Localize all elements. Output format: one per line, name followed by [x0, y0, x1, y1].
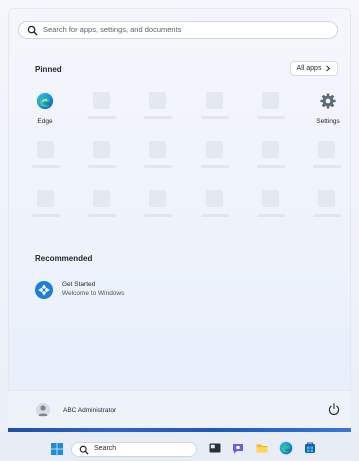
placeholder-tile: [37, 190, 54, 207]
placeholder-tile: [262, 190, 279, 207]
all-apps-button[interactable]: All apps: [290, 61, 338, 76]
placeholder-label: [257, 116, 285, 119]
windows-start-icon[interactable]: [50, 442, 64, 456]
all-apps-label: All apps: [296, 65, 322, 72]
placeholder-tile: [206, 92, 223, 109]
placeholder-label: [201, 116, 229, 119]
placeholder-tile: [149, 92, 166, 109]
placeholder-tile: [149, 190, 166, 207]
pinned-app-settings[interactable]: Settings: [308, 92, 348, 125]
placeholder-tile: [206, 190, 223, 207]
placeholder-tile: [93, 92, 110, 109]
edge-icon: [36, 92, 54, 110]
placeholder-label: [144, 165, 172, 168]
pinned-app-label: Edge: [37, 118, 53, 125]
placeholder-tile: [93, 190, 110, 207]
start-menu-footer: ABC Administrator: [8, 390, 351, 428]
placeholder-label: [88, 214, 116, 217]
placeholder-tile: [149, 141, 166, 158]
store-icon[interactable]: [303, 441, 317, 455]
desktop: Search for apps, settings, and documents…: [0, 0, 359, 461]
search-icon: [79, 445, 89, 455]
placeholder-tile: [318, 141, 335, 158]
start-search-input[interactable]: Search for apps, settings, and documents: [18, 21, 338, 39]
placeholder-tile: [262, 92, 279, 109]
user-name: ABC Administrator: [63, 406, 117, 414]
placeholder-label: [257, 214, 285, 217]
placeholder-tile: [262, 141, 279, 158]
placeholder-label: [88, 165, 116, 168]
get-started-icon: [35, 281, 53, 299]
placeholder-label: [144, 116, 172, 119]
placeholder-label: [201, 214, 229, 217]
placeholder-label: [313, 165, 341, 168]
placeholder-label: [32, 165, 60, 168]
placeholder-label: [88, 116, 116, 119]
placeholder-label: [32, 214, 60, 217]
chevron-right-icon: [326, 65, 331, 72]
placeholder-label: [313, 214, 341, 217]
chat-icon[interactable]: [231, 441, 245, 455]
pinned-title: Pinned: [35, 65, 62, 74]
task-view-icon[interactable]: [208, 441, 222, 455]
avatar: [36, 403, 50, 417]
placeholder-label: [144, 214, 172, 217]
user-account-button[interactable]: ABC Administrator: [36, 402, 116, 418]
pinned-app-edge[interactable]: Edge: [25, 92, 65, 125]
edge-icon[interactable]: [279, 441, 293, 455]
recommended-item-subtitle: Welcome to Windows: [62, 290, 125, 297]
search-icon: [27, 25, 38, 36]
search-placeholder: Search for apps, settings, and documents: [43, 25, 182, 34]
recommended-title: Recommended: [35, 254, 93, 263]
recommended-item-get-started[interactable]: Get Started Welcome to Windows: [34, 280, 174, 302]
user-icon: [38, 405, 48, 416]
placeholder-tile: [93, 141, 110, 158]
placeholder-label: [201, 165, 229, 168]
placeholder-tile: [318, 190, 335, 207]
gear-icon: [320, 93, 336, 109]
file-explorer-icon[interactable]: [255, 441, 269, 455]
recommended-item-title: Get Started: [62, 281, 96, 288]
placeholder-label: [257, 165, 285, 168]
placeholder-tile: [37, 141, 54, 158]
taskbar-search-label: Search: [94, 445, 117, 452]
power-button[interactable]: [327, 402, 341, 416]
taskbar-search-box[interactable]: Search: [71, 442, 197, 457]
pinned-app-label: Settings: [316, 118, 340, 125]
placeholder-tile: [206, 141, 223, 158]
